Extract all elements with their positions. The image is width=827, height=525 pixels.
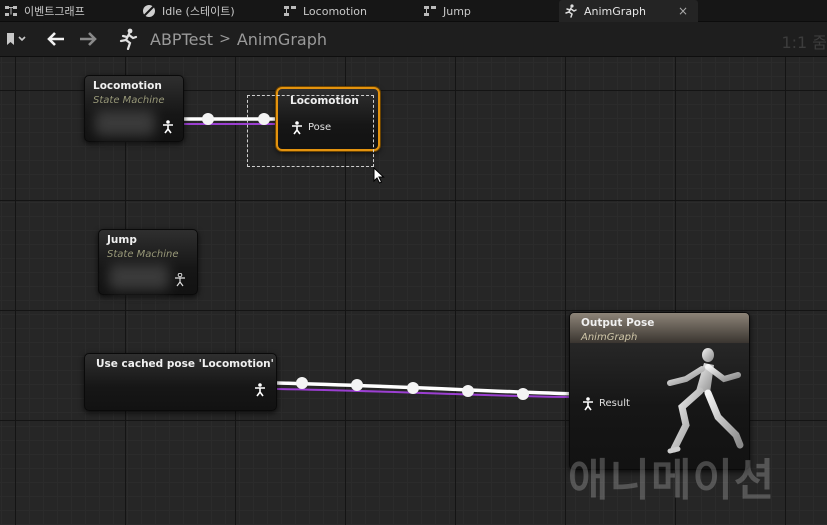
tab-label: Locomotion (303, 4, 367, 18)
pose-pin-icon[interactable] (162, 120, 174, 134)
node-jump-state-machine[interactable]: Jump State Machine (98, 229, 198, 295)
node-use-cached-pose[interactable]: Use cached pose 'Locomotion' (84, 353, 277, 411)
tab-label: Idle (스테이트) (162, 5, 235, 18)
pose-pin-icon[interactable] (174, 273, 186, 287)
back-button[interactable] (46, 29, 66, 49)
pose-pin-icon[interactable] (254, 383, 266, 397)
back-arrow-icon (47, 32, 64, 46)
node-thumbnail (95, 110, 155, 136)
breadcrumb-root[interactable]: ABPTest (150, 30, 213, 49)
node-title: Use cached pose 'Locomotion' (96, 358, 274, 370)
zoom-level: 1:1 줌 (781, 33, 827, 52)
node-subtitle: State Machine (93, 95, 165, 106)
breadcrumb-current[interactable]: AnimGraph (237, 30, 327, 49)
tab-label: 이벤트그래프 (24, 5, 85, 18)
forward-arrow-icon (80, 32, 97, 46)
pin-label: Result (599, 398, 630, 409)
forward-button[interactable] (78, 29, 98, 49)
state-icon (142, 4, 156, 18)
tab-anim-graph[interactable]: AnimGraph × (559, 0, 698, 22)
tab-idle-state[interactable]: Idle (스테이트) (142, 0, 235, 22)
marquee-selection (247, 95, 374, 167)
state-machine-icon (283, 4, 297, 18)
bookmark-button[interactable] (4, 29, 32, 49)
state-machine-icon (423, 4, 437, 18)
node-title: Jump (107, 234, 137, 246)
node-subtitle: State Machine (107, 249, 179, 260)
tab-locomotion[interactable]: Locomotion (283, 0, 367, 22)
node-locomotion-state-machine[interactable]: Locomotion State Machine (84, 75, 184, 142)
tab-event-graph[interactable]: 이벤트그래프 (4, 0, 85, 22)
tab-jump[interactable]: Jump (423, 0, 471, 22)
graph-toolbar: ABPTest > AnimGraph 1:1 줌 (0, 22, 827, 57)
node-title: Locomotion (93, 80, 162, 92)
node-title: Output Pose (581, 317, 655, 329)
mouse-cursor-icon (373, 167, 385, 184)
pose-pin-icon[interactable] (582, 397, 594, 411)
event-graph-icon (4, 4, 18, 18)
anim-graph-icon (564, 4, 578, 18)
node-subtitle: AnimGraph (581, 332, 638, 343)
anim-graph-editor: 이벤트그래프 Idle (스테이트) Locomotion Jump AnimG… (0, 0, 827, 525)
tab-bar: 이벤트그래프 Idle (스테이트) Locomotion Jump AnimG… (0, 0, 827, 22)
breadcrumb: ABPTest > AnimGraph (150, 29, 327, 49)
close-tab-icon[interactable]: × (678, 4, 688, 18)
tab-label: Jump (443, 4, 471, 18)
breadcrumb-separator: > (219, 31, 231, 47)
node-thumbnail (109, 264, 169, 290)
tab-label: AnimGraph (584, 4, 647, 18)
anim-graph-type-icon (116, 28, 140, 50)
bookmark-icon (7, 33, 26, 45)
watermark-text: 애니메이션 (568, 455, 776, 506)
